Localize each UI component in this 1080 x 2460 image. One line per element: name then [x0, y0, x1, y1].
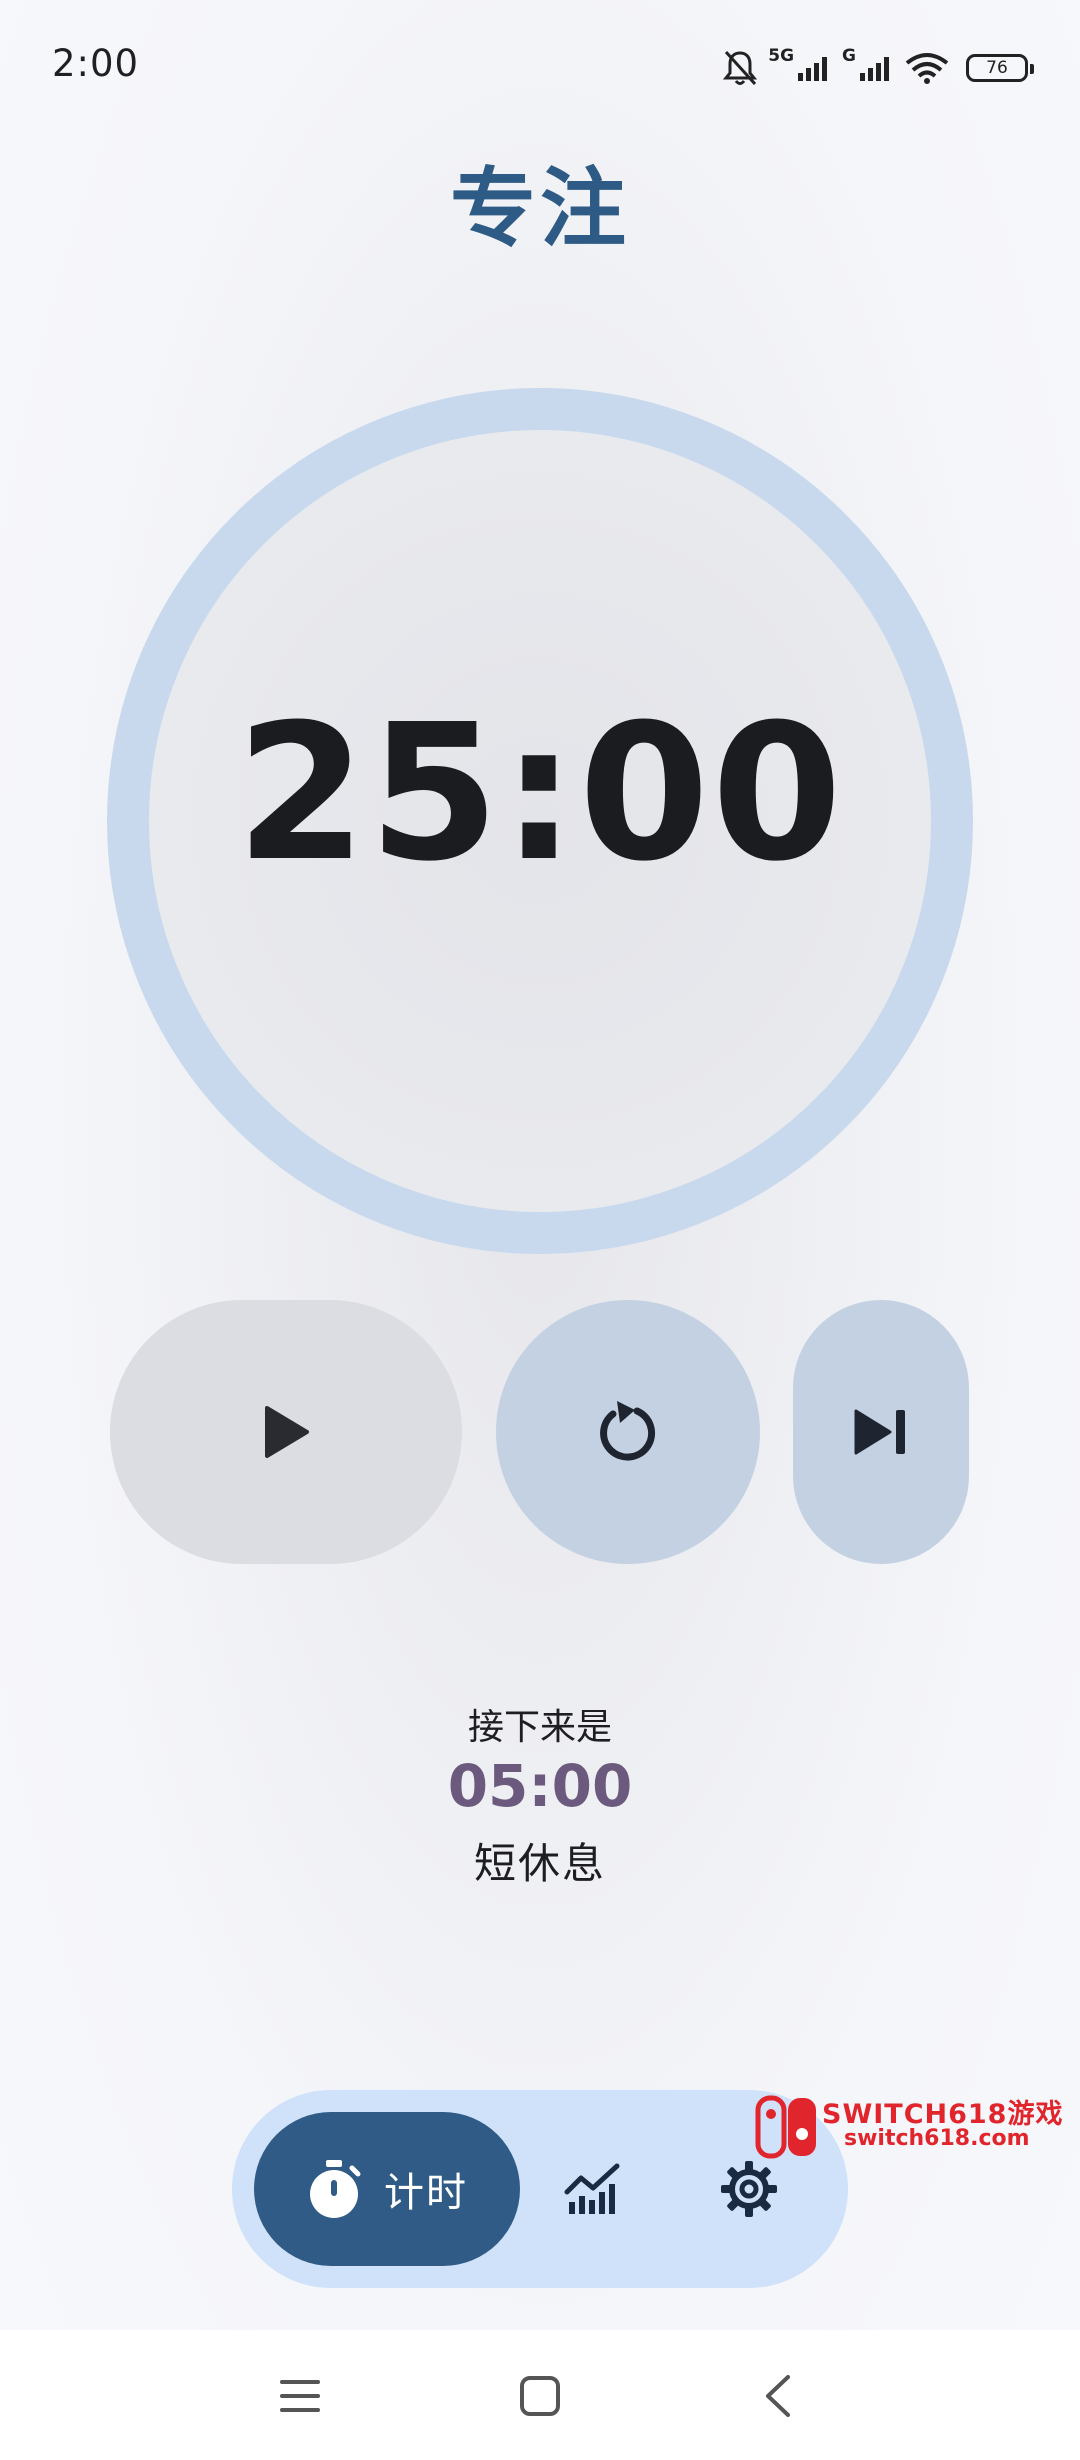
system-nav-bar: [0, 2330, 1080, 2460]
back-icon: [766, 2375, 790, 2417]
switch-logo-icon: [755, 2095, 816, 2159]
status-bar: 2:00 5G G 76: [0, 0, 1080, 136]
nav-item-timer-label: 计时: [384, 2170, 468, 2216]
play-icon: [265, 1406, 309, 1458]
network-label-5g: 5G: [768, 46, 795, 66]
nav-item-timer[interactable]: 计时: [254, 2112, 520, 2266]
next-time: 05:00: [447, 1752, 633, 1820]
timer-display: 25:00: [235, 684, 845, 903]
skip-next-icon: [854, 1409, 905, 1455]
battery-level: 76: [986, 58, 1008, 78]
menu-icon: [280, 2380, 320, 2412]
home-icon: [520, 2376, 560, 2416]
status-icons: 5G G 76: [722, 44, 1034, 92]
reset-icon: [600, 1401, 656, 1461]
skip-button[interactable]: [793, 1300, 969, 1564]
play-button[interactable]: [110, 1300, 462, 1564]
watermark-subtitle: switch618.com: [844, 2126, 1030, 2151]
status-time: 2:00: [52, 42, 140, 85]
next-session-name: 短休息: [473, 1839, 606, 1888]
battery-icon: 76: [966, 54, 1034, 82]
nav-item-stats[interactable]: [550, 2146, 636, 2232]
signal-icon: [860, 57, 889, 81]
reset-button[interactable]: [496, 1300, 760, 1564]
watermark: SWITCH618游戏 switch618.com: [754, 2090, 1064, 2160]
home-button[interactable]: [510, 2366, 570, 2426]
recent-apps-button[interactable]: [270, 2366, 330, 2426]
back-button[interactable]: [748, 2366, 808, 2426]
network-label-g: G: [842, 46, 856, 66]
wifi-icon: [905, 53, 949, 84]
bell-muted-icon: [723, 50, 758, 86]
signal-icon: [798, 57, 828, 81]
stats-icon: [564, 2163, 620, 2214]
next-label: 接下来是: [467, 1707, 612, 1748]
timer-icon: [310, 2160, 361, 2218]
page-title: 专注: [450, 159, 630, 259]
settings-icon: [721, 2161, 777, 2217]
